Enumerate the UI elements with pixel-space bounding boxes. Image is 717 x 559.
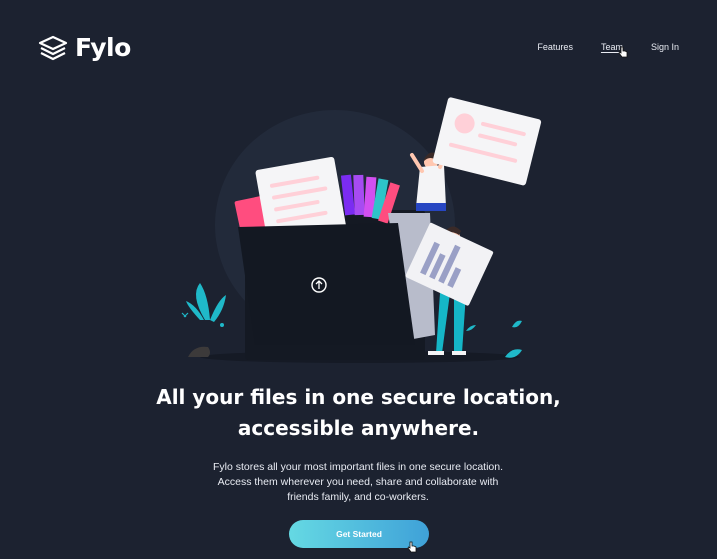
- hand-cursor-icon: [407, 541, 417, 553]
- plant-decoration: [181, 283, 226, 327]
- hand-cursor-icon: [618, 46, 628, 58]
- title-line-1: All your files in one secure location,: [156, 385, 561, 409]
- hero-description: Fylo stores all your most important file…: [198, 460, 518, 505]
- brand-name: Fylo: [75, 33, 131, 62]
- layers-icon: [38, 35, 68, 60]
- nav-features[interactable]: Features: [537, 42, 573, 52]
- floating-card: [432, 97, 542, 186]
- main-nav: Features Team Sign In: [537, 42, 679, 52]
- page-title: All your files in one secure location, a…: [0, 382, 717, 444]
- leaf-3: [466, 325, 476, 331]
- logo[interactable]: Fylo: [38, 33, 131, 62]
- leaf-1: [505, 349, 522, 358]
- hero-illustration: [181, 97, 542, 363]
- nav-sign-in[interactable]: Sign In: [651, 42, 679, 52]
- description-line-3: friends family, and co-workers.: [287, 491, 429, 503]
- header: Fylo Features Team Sign In: [0, 0, 717, 95]
- title-line-2: accessible anywhere.: [237, 416, 480, 440]
- description-line-1: Fylo stores all your most important file…: [212, 461, 504, 473]
- leaf-2: [512, 320, 522, 328]
- description-line-2: Access them wherever you need, share and…: [217, 476, 499, 488]
- rock: [188, 346, 210, 357]
